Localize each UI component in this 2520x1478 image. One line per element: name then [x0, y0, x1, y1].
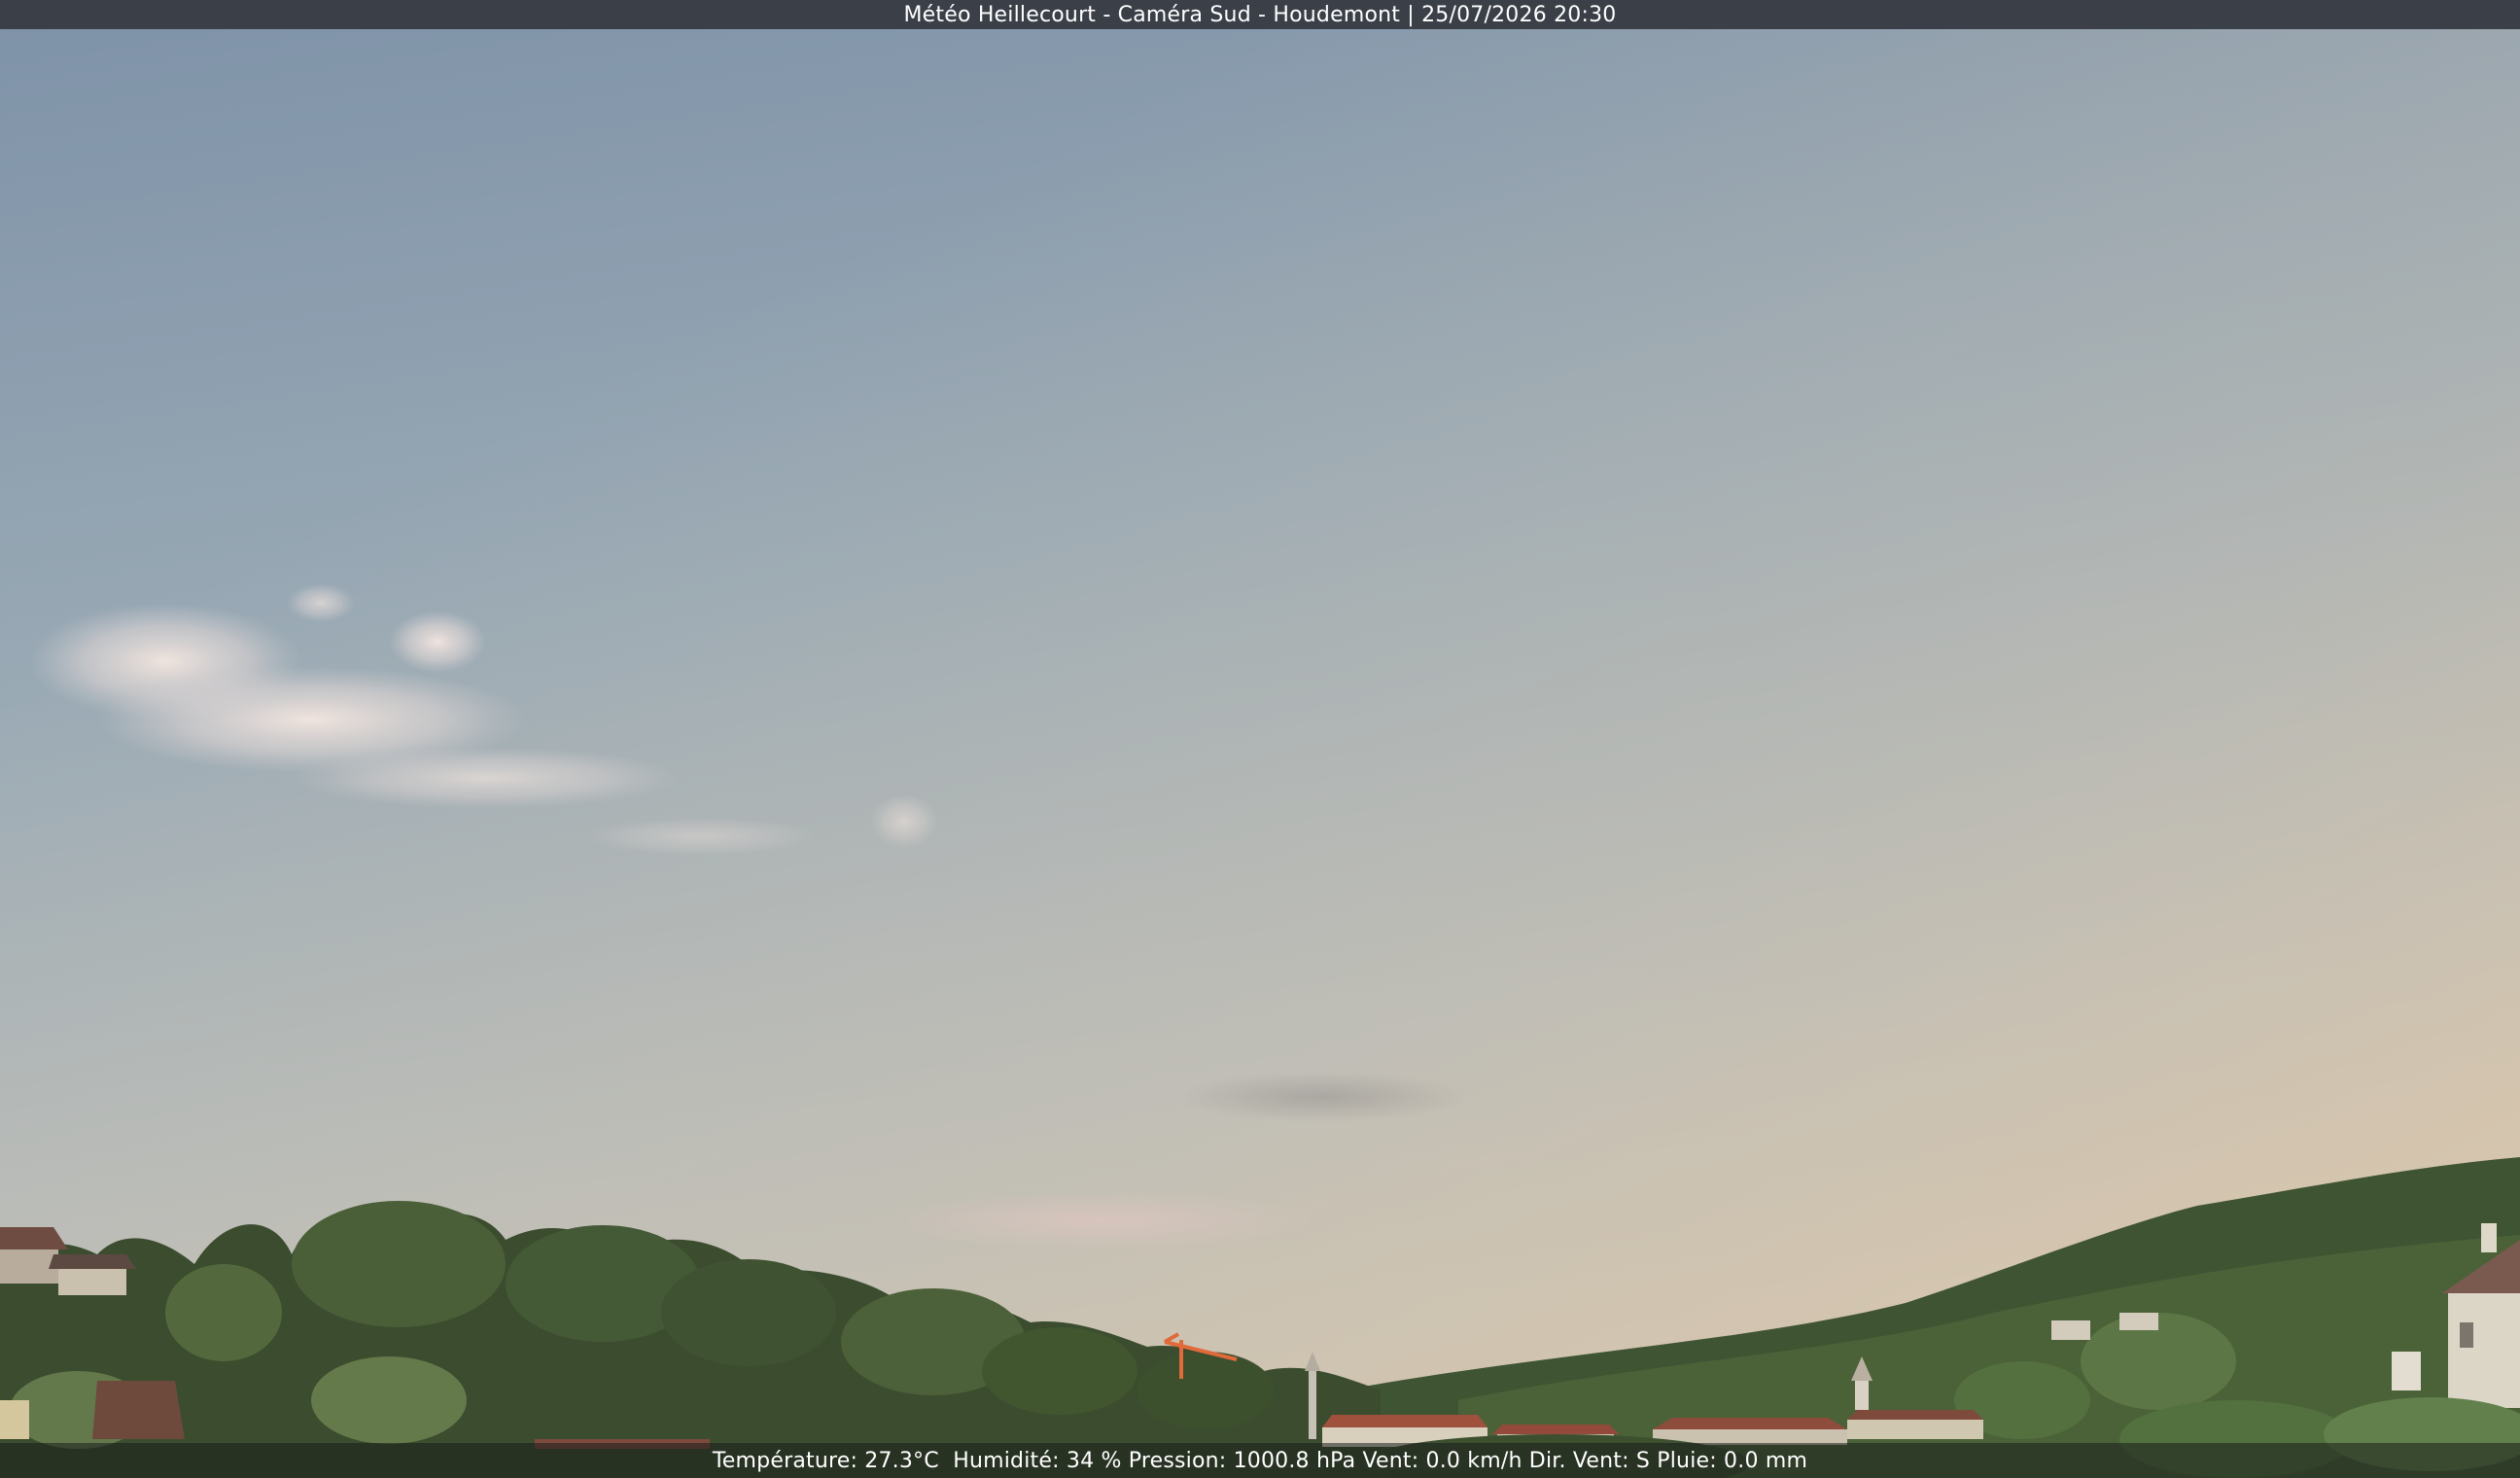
camera-caption-bar: Météo Heillecourt - Caméra Sud - Houdemo… [0, 0, 2520, 29]
webcam-image: Météo Heillecourt - Caméra Sud - Houdemo… [0, 0, 2520, 1478]
camera-caption: Météo Heillecourt - Caméra Sud - Houdemo… [903, 2, 1617, 27]
weather-readout-bar: Température: 27.3°C Humidité: 34 % Press… [0, 1443, 2520, 1478]
landscape-scene [0, 0, 2520, 1478]
weather-readout: Température: 27.3°C Humidité: 34 % Press… [712, 1448, 1808, 1473]
